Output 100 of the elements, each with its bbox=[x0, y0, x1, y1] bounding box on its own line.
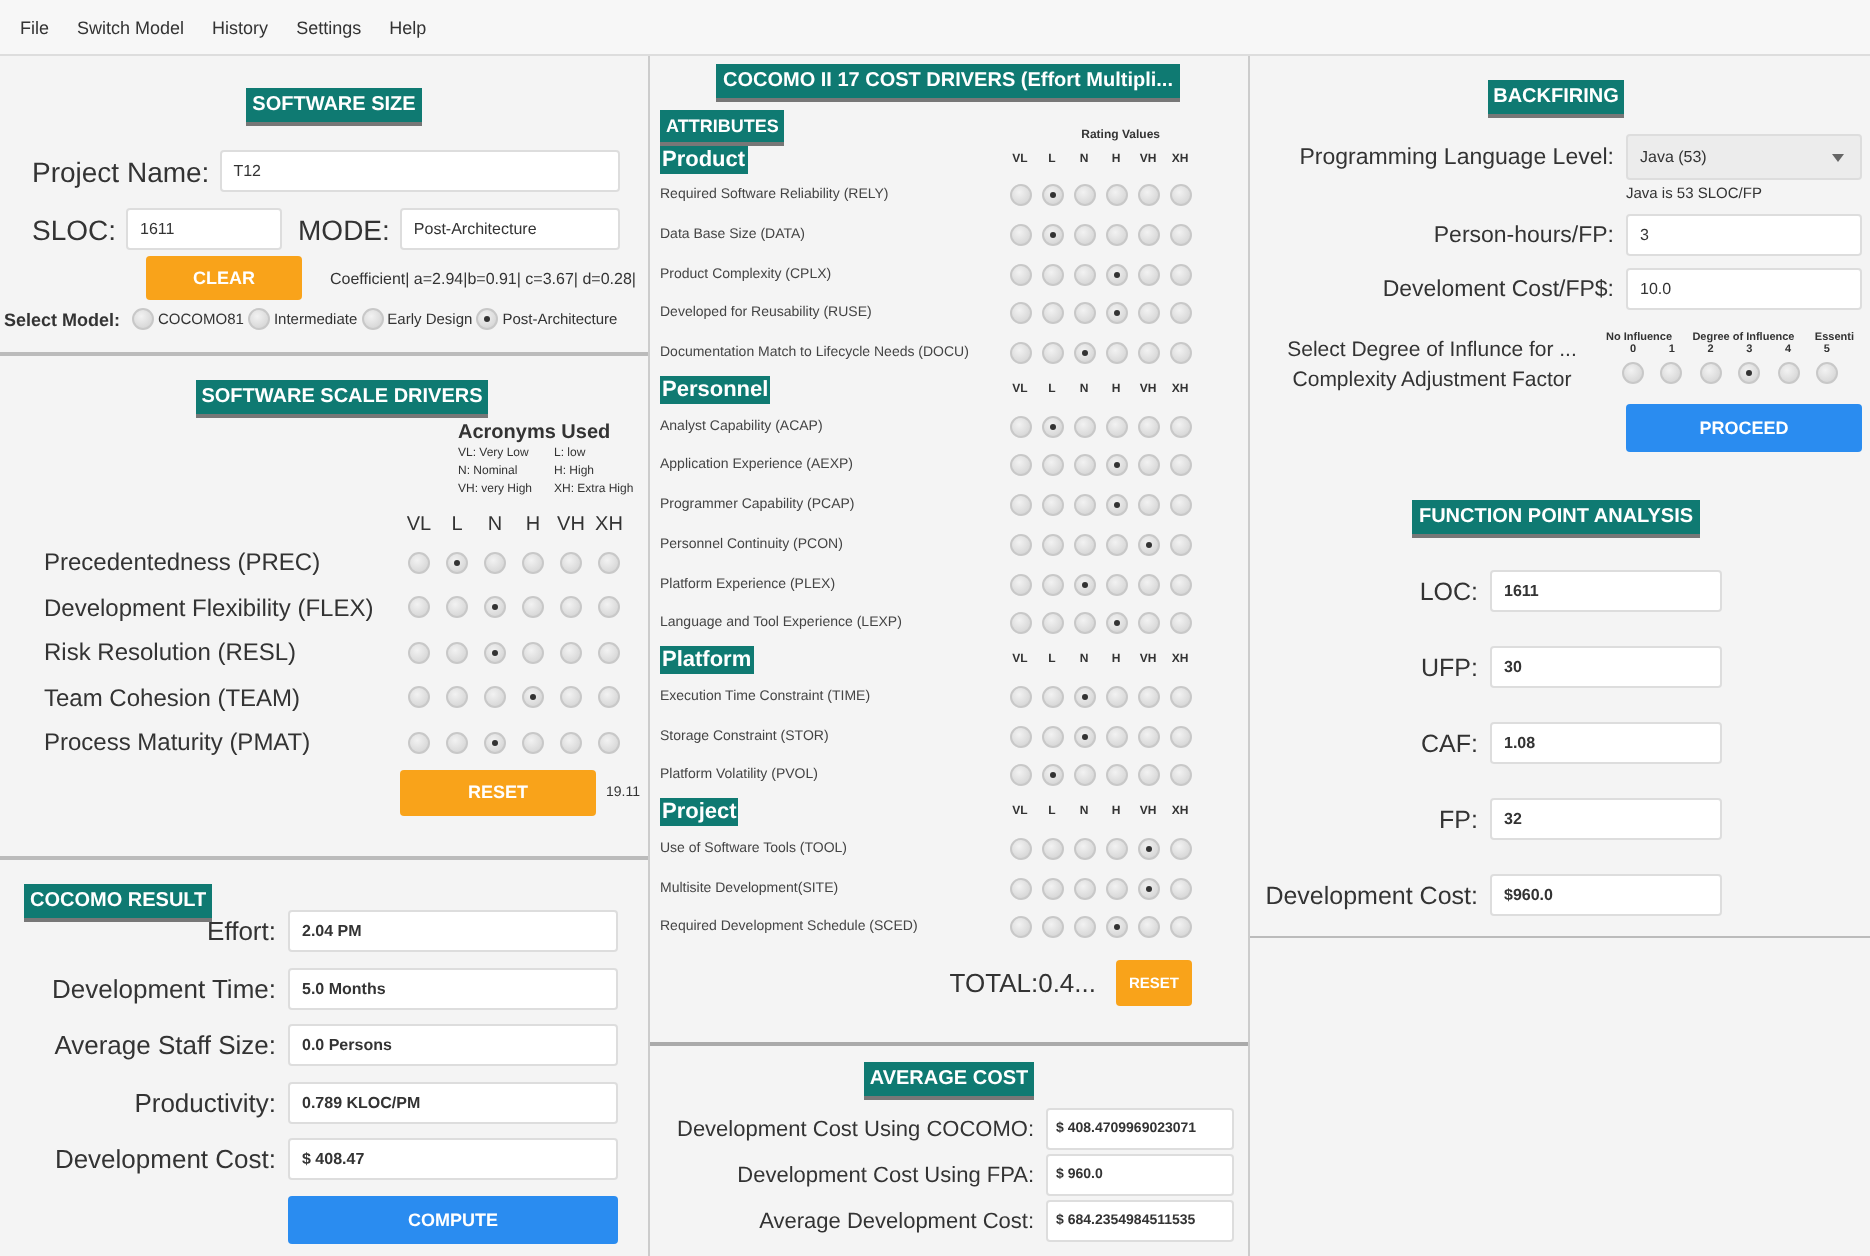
radio-button[interactable] bbox=[1009, 184, 1031, 207]
menu-item[interactable]: File bbox=[20, 17, 50, 37]
radio-button[interactable] bbox=[1073, 184, 1095, 207]
radio-button[interactable] bbox=[1041, 224, 1063, 247]
radio-button[interactable] bbox=[1009, 573, 1031, 596]
radio-button[interactable] bbox=[1073, 454, 1095, 477]
radio-button[interactable] bbox=[1815, 361, 1838, 383]
radio-button[interactable] bbox=[1137, 342, 1159, 365]
radio-button[interactable] bbox=[1777, 361, 1800, 383]
radio-button[interactable] bbox=[598, 686, 620, 709]
radio-button[interactable] bbox=[408, 731, 430, 754]
radio-button[interactable] bbox=[1137, 454, 1159, 477]
radio-button[interactable] bbox=[1041, 877, 1063, 900]
radio-button[interactable] bbox=[484, 551, 506, 574]
language-dropdown[interactable]: Java (53) bbox=[1626, 134, 1862, 180]
radio-button[interactable] bbox=[1073, 916, 1095, 939]
radio-button[interactable] bbox=[1137, 533, 1159, 556]
radio-button[interactable] bbox=[1073, 877, 1095, 900]
radio-button[interactable] bbox=[522, 596, 544, 619]
radio-button[interactable] bbox=[1105, 533, 1127, 556]
radio-button[interactable] bbox=[1169, 916, 1191, 939]
radio-button[interactable] bbox=[1073, 263, 1095, 286]
radio-button[interactable] bbox=[1073, 494, 1095, 517]
radio-button[interactable] bbox=[1169, 573, 1191, 596]
radio-button[interactable] bbox=[1041, 916, 1063, 939]
radio-button[interactable] bbox=[1073, 533, 1095, 556]
input-field[interactable]: 3 bbox=[1626, 214, 1862, 256]
radio-button[interactable] bbox=[1105, 916, 1127, 939]
radio-button[interactable] bbox=[1009, 612, 1031, 635]
radio-button[interactable] bbox=[1169, 494, 1191, 517]
input-field[interactable]: Post-Architecture bbox=[399, 208, 620, 250]
menu-item[interactable]: Switch Model bbox=[77, 17, 185, 37]
radio-button[interactable] bbox=[1041, 612, 1063, 635]
radio-button[interactable] bbox=[1169, 764, 1191, 787]
radio-button[interactable] bbox=[361, 308, 384, 330]
radio-button[interactable] bbox=[1041, 573, 1063, 596]
radio-button[interactable] bbox=[408, 641, 430, 664]
radio-button[interactable] bbox=[1105, 612, 1127, 635]
radio-button[interactable] bbox=[446, 551, 468, 574]
radio-button[interactable] bbox=[1137, 184, 1159, 207]
output-field[interactable]: $960.0 bbox=[1490, 874, 1722, 916]
radio-button[interactable] bbox=[1169, 184, 1191, 207]
radio-button[interactable] bbox=[1137, 837, 1159, 860]
output-field[interactable]: 0.0 Persons bbox=[288, 1024, 618, 1066]
radio-button[interactable] bbox=[598, 731, 620, 754]
radio-button[interactable] bbox=[1169, 342, 1191, 365]
radio-button[interactable] bbox=[1073, 612, 1095, 635]
radio-button[interactable] bbox=[1041, 837, 1063, 860]
radio-button[interactable] bbox=[484, 596, 506, 619]
radio-button[interactable] bbox=[408, 686, 430, 709]
radio-button[interactable] bbox=[1073, 837, 1095, 860]
radio-button[interactable] bbox=[1169, 224, 1191, 247]
radio-button[interactable] bbox=[1041, 685, 1063, 708]
radio-button[interactable] bbox=[1137, 494, 1159, 517]
output-field[interactable]: 30 bbox=[1490, 646, 1722, 688]
input-field[interactable]: T12 bbox=[219, 150, 620, 192]
radio-button[interactable] bbox=[1009, 302, 1031, 325]
output-field[interactable]: 32 bbox=[1490, 798, 1722, 840]
radio-button[interactable] bbox=[1105, 494, 1127, 517]
radio-button[interactable] bbox=[1041, 454, 1063, 477]
radio-button[interactable] bbox=[1041, 302, 1063, 325]
radio-button[interactable] bbox=[1009, 224, 1031, 247]
menu-item[interactable]: Settings bbox=[296, 17, 362, 37]
radio-button[interactable] bbox=[1009, 415, 1031, 438]
radio-button[interactable] bbox=[1105, 764, 1127, 787]
radio-button[interactable] bbox=[560, 596, 582, 619]
radio-button[interactable] bbox=[1169, 685, 1191, 708]
radio-button[interactable] bbox=[446, 731, 468, 754]
radio-button[interactable] bbox=[1073, 224, 1095, 247]
radio-button[interactable] bbox=[1137, 877, 1159, 900]
input-field[interactable]: 1611 bbox=[126, 208, 283, 250]
output-field[interactable]: 1.08 bbox=[1490, 722, 1722, 764]
radio-button[interactable] bbox=[1073, 415, 1095, 438]
radio-button[interactable] bbox=[1009, 342, 1031, 365]
radio-button[interactable] bbox=[1105, 454, 1127, 477]
radio-button[interactable] bbox=[1105, 415, 1127, 438]
radio-button[interactable] bbox=[1073, 764, 1095, 787]
radio-button[interactable] bbox=[1660, 361, 1683, 383]
radio-button[interactable] bbox=[1041, 533, 1063, 556]
radio-button[interactable] bbox=[484, 686, 506, 709]
radio-button[interactable] bbox=[1009, 533, 1031, 556]
radio-button[interactable] bbox=[598, 641, 620, 664]
radio-button[interactable] bbox=[484, 641, 506, 664]
radio-button[interactable] bbox=[1699, 361, 1722, 383]
radio-button[interactable] bbox=[1009, 764, 1031, 787]
radio-button[interactable] bbox=[560, 686, 582, 709]
radio-button[interactable] bbox=[598, 596, 620, 619]
radio-button[interactable] bbox=[1169, 725, 1191, 748]
radio-button[interactable] bbox=[1105, 342, 1127, 365]
radio-button[interactable] bbox=[446, 596, 468, 619]
radio-button[interactable] bbox=[446, 641, 468, 664]
radio-button[interactable] bbox=[1009, 494, 1031, 517]
radio-button[interactable] bbox=[1105, 725, 1127, 748]
radio-button[interactable] bbox=[446, 686, 468, 709]
radio-button[interactable] bbox=[1041, 415, 1063, 438]
radio-button[interactable] bbox=[1105, 263, 1127, 286]
radio-button[interactable] bbox=[1041, 494, 1063, 517]
radio-button[interactable] bbox=[408, 551, 430, 574]
radio-button[interactable] bbox=[1105, 224, 1127, 247]
radio-button[interactable] bbox=[1009, 725, 1031, 748]
